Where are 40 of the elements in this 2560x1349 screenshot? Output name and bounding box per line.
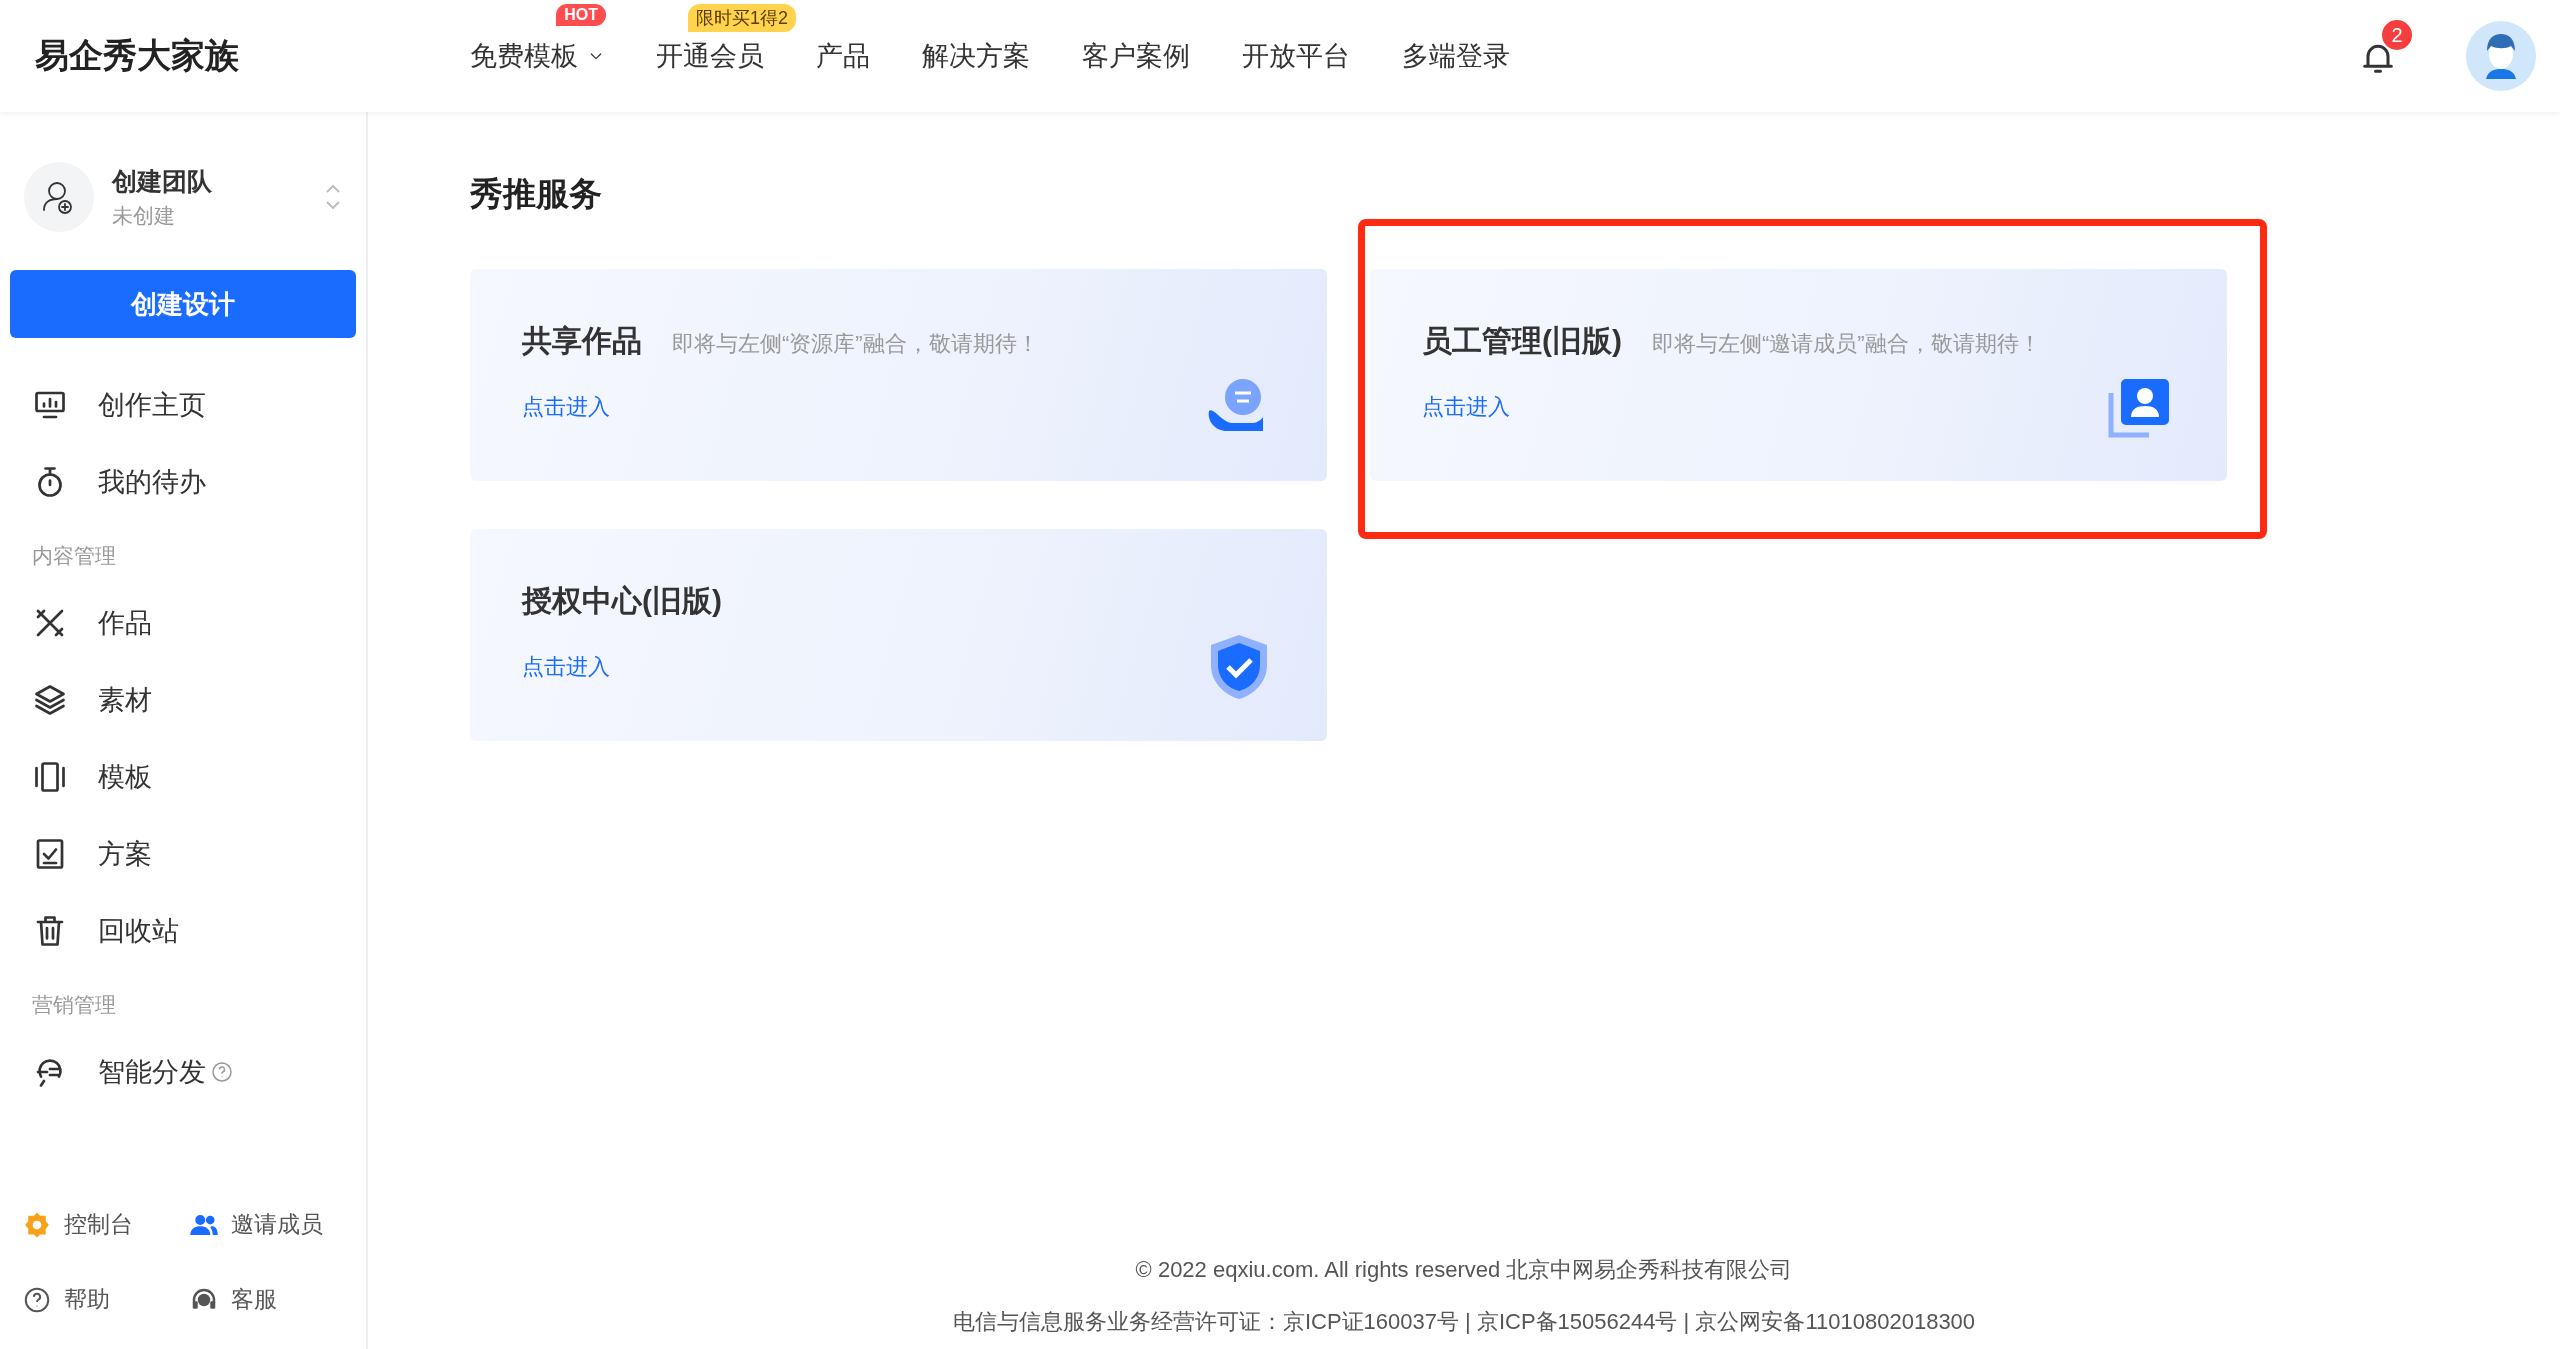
menu-item[interactable]: 模板 xyxy=(10,738,356,815)
sidebar-link[interactable]: 帮助 xyxy=(22,1284,189,1315)
nav-link[interactable]: 开放平台 xyxy=(1242,38,1350,74)
logo-text: 易企秀大家族 xyxy=(35,35,240,76)
team-add-icon[interactable] xyxy=(24,162,94,232)
card-title: 授权中心(旧版) xyxy=(522,583,722,619)
page-title: 秀推服务 xyxy=(470,174,603,214)
sidebar-link[interactable]: 控制台 xyxy=(22,1209,189,1240)
menu-item[interactable]: 回收站 xyxy=(10,892,356,969)
menu-item[interactable]: 素材 xyxy=(10,661,356,738)
nav-link[interactable]: 解决方案 xyxy=(922,38,1030,74)
enter-link[interactable]: 点击进入 xyxy=(1422,392,1510,422)
notification-count: 2 xyxy=(2382,20,2412,50)
section-label: 营销管理 xyxy=(31,992,117,1018)
footer-text: © 2022 eqxiu.com. All rights reserved 北京中网易企秀科技有限公司 xyxy=(1135,1256,1793,1284)
create-design-button[interactable]: 创建设计 xyxy=(10,270,356,338)
menu-item[interactable]: 智能分发 xyxy=(10,1033,356,1110)
promo-badge: 限时买1得2 xyxy=(688,4,797,32)
avatar-icon[interactable] xyxy=(2466,21,2536,91)
team-name: 创建团队 xyxy=(112,165,213,197)
team-status: 未创建 xyxy=(112,202,176,229)
menu-item[interactable]: 方案 xyxy=(10,815,356,892)
enter-link[interactable]: 点击进入 xyxy=(522,652,610,682)
menu-item[interactable]: 作品 xyxy=(10,584,356,661)
card-title: 共享作品 xyxy=(522,323,642,359)
menu-item[interactable]: 我的待办 xyxy=(10,443,356,520)
enter-link[interactable]: 点击进入 xyxy=(522,392,610,422)
section-label: 内容管理 xyxy=(31,543,117,569)
card-note: 即将与左侧“邀请成员”融合，敬请期待！ xyxy=(1652,330,2041,358)
sidebar-link[interactable]: 客服 xyxy=(189,1284,356,1315)
card-title: 员工管理(旧版) xyxy=(1422,323,1622,359)
nav-link[interactable]: 产品 xyxy=(816,38,870,74)
card-note: 即将与左侧“资源库”融合，敬请期待！ xyxy=(672,330,1039,358)
menu-item[interactable]: 创作主页 xyxy=(10,366,356,443)
sidebar-link[interactable]: 邀请成员 xyxy=(189,1209,356,1240)
hot-badge: HOT xyxy=(556,4,606,26)
nav-link[interactable]: 多端登录 xyxy=(1402,38,1510,74)
footer-text: 电信与信息服务业务经营许可证：京ICP证160037号 | 京ICP备15056244号 | 京公网安备11010802018300 xyxy=(952,1308,1976,1336)
help-icon[interactable] xyxy=(210,1059,234,1084)
nav-link[interactable]: 客户案例 xyxy=(1082,38,1190,74)
